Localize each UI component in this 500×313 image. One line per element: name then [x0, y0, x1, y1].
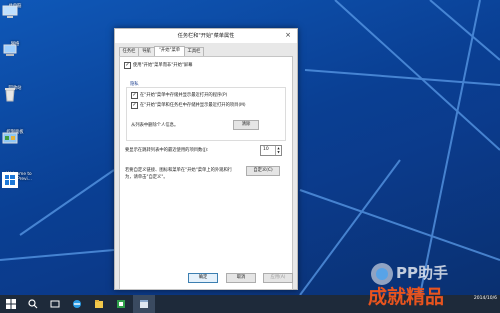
taskbar-start-menu-properties-dialog: 任务栏和"开始"菜单属性 × 任务栏 导航 "开始"菜单 工具栏 ✓ 使用"开始… — [114, 28, 298, 290]
store-icon — [117, 300, 125, 308]
store-button[interactable] — [110, 295, 132, 313]
dialog-title: 任务栏和"开始"菜单属性 — [177, 33, 235, 39]
file-explorer-icon — [95, 300, 103, 308]
file-explorer-button[interactable] — [88, 295, 110, 313]
computer-icon — [2, 5, 18, 18]
clear-button[interactable]: 清除 — [233, 120, 259, 130]
network-icon — [3, 44, 17, 56]
desktop-icon-this-pc[interactable]: 此电脑 — [2, 4, 28, 18]
jump-list-count-spinner[interactable]: 10 ▲ ▼ — [260, 145, 282, 156]
search-button[interactable] — [22, 295, 44, 313]
apply-button[interactable]: 应用(A) — [263, 273, 293, 283]
desktop-icon-control-panel[interactable]: 控制面板 — [2, 130, 28, 144]
jump-list-label: 要显示在跳转列表中的最近使用的项目数(J): — [125, 148, 209, 153]
spinner-arrows-icon[interactable]: ▲ ▼ — [275, 146, 281, 155]
watermark-slogan: 成就精品 — [368, 286, 445, 308]
jump-list-count-value: 10 — [263, 147, 269, 152]
tab-taskbar[interactable]: 任务栏 — [119, 47, 139, 56]
task-view-icon — [50, 300, 60, 308]
start-menu-tab-page: ✓ 使用"开始"菜单而非"开始"屏幕 隐私 ✓ 在"开始"菜单中存储并显示最近打… — [119, 56, 293, 290]
store-programs-checkbox[interactable]: ✓ — [131, 92, 138, 99]
control-panel-icon — [2, 132, 18, 144]
start-icon — [6, 299, 16, 309]
welcome-icon — [2, 172, 18, 188]
tab-navigation[interactable]: 导航 — [138, 47, 155, 56]
store-items-label: 在"开始"菜单和任务栏中存储并显示最近打开的项目(M) — [140, 103, 246, 108]
start-button[interactable] — [0, 295, 22, 313]
clock-date: 2014/10/6 — [473, 296, 497, 301]
task-view-button[interactable] — [44, 295, 66, 313]
desktop-icon-network[interactable]: 网络 — [2, 42, 28, 56]
ok-button[interactable]: 确定 — [188, 273, 218, 283]
internet-explorer-button[interactable] — [66, 295, 88, 313]
use-start-menu-label: 使用"开始"菜单而非"开始"屏幕 — [133, 63, 193, 68]
customize-hint-line-2: 为，请单击"自定义"。 — [125, 175, 168, 180]
close-button[interactable]: × — [283, 31, 293, 40]
clear-hint: 从列表中删除个人信息。 — [131, 123, 179, 128]
desktop-icon-recycle-bin[interactable]: 回收站 — [2, 86, 28, 102]
customize-hint-line-1: 若要自定义链接、图标和菜单在"开始"菜单上的外观和行 — [125, 168, 233, 173]
store-programs-label: 在"开始"菜单中存储并显示最近打开的程序(P) — [140, 93, 228, 98]
cancel-button[interactable]: 取消 — [226, 273, 256, 283]
recycle-bin-icon — [5, 88, 15, 102]
active-window-button[interactable] — [133, 295, 155, 313]
window-icon — [140, 300, 148, 308]
privacy-group: ✓ 在"开始"菜单中存储并显示最近打开的程序(P) ✓ 在"开始"菜单和任务栏中… — [126, 87, 286, 141]
watermark-brand: PP助手 — [396, 264, 448, 282]
tab-toolbars[interactable]: 工具栏 — [184, 47, 204, 56]
customize-button[interactable]: 自定义(C) — [246, 166, 280, 176]
store-items-checkbox[interactable]: ✓ — [131, 102, 138, 109]
use-start-menu-checkbox[interactable]: ✓ — [124, 62, 131, 69]
search-icon — [28, 299, 38, 309]
ie-icon — [73, 300, 81, 308]
desktop-icon-welcome[interactable]: Welcome to Tech Previ... — [2, 172, 36, 188]
system-clock[interactable]: 2014/10/6 — [461, 296, 497, 302]
title-bar[interactable]: 任务栏和"开始"菜单属性 × — [115, 29, 297, 43]
